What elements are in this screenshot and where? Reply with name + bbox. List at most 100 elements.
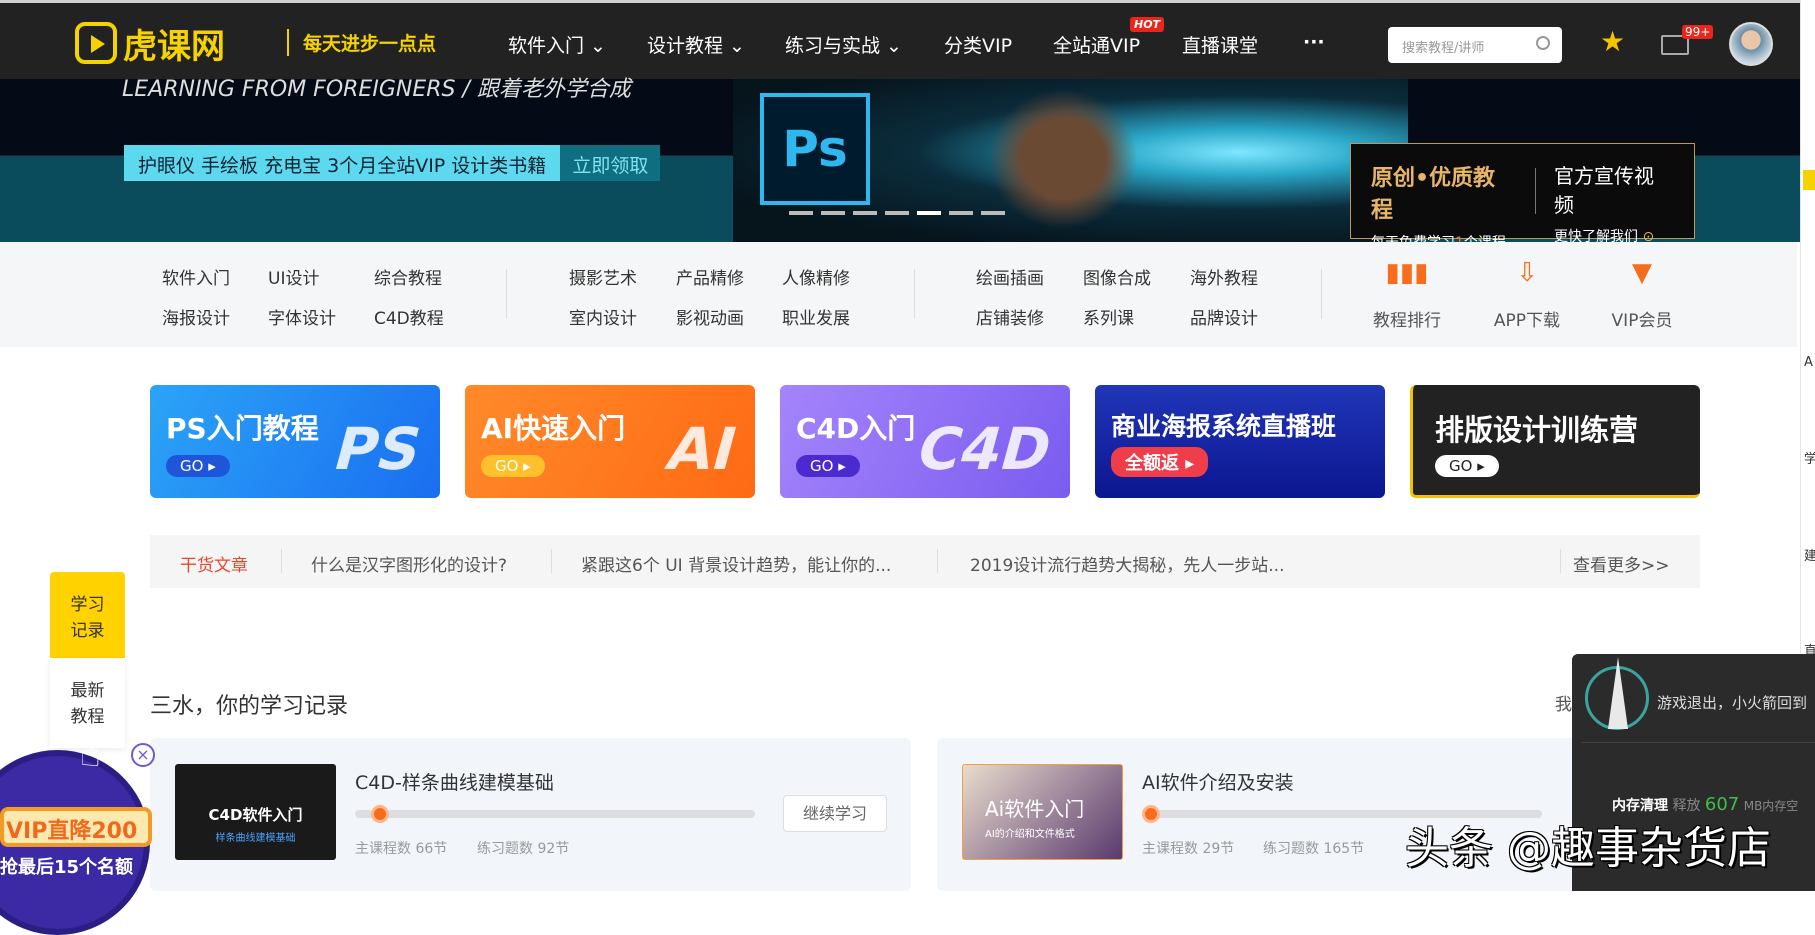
nav-practice[interactable]: 练习与实战 ⌄ [785, 31, 902, 58]
rocket-icon [1585, 657, 1649, 730]
article-link[interactable]: 紧跟这6个 UI 背景设计趋势，能让你的... [581, 551, 891, 576]
promo-strip[interactable]: 护眼仪 手绘板 充电宝 3个月全站VIP 设计类书籍 立即领取 [124, 145, 661, 181]
category-link[interactable]: 绘画插画 [976, 264, 1044, 289]
category-link[interactable]: 摄影艺术 [569, 264, 637, 289]
play-logo-icon [75, 22, 117, 64]
nav-site-vip[interactable]: 全站通VIP [1053, 31, 1140, 58]
divider [506, 269, 507, 319]
article-link[interactable]: 什么是汉字图形化的设计? [311, 551, 507, 576]
course-title[interactable]: C4D-样条曲线建模基础 [355, 768, 554, 795]
course-card-layout-camp[interactable]: 排版设计训练营 GO ▸ [1410, 385, 1700, 498]
go-button[interactable]: GO ▸ [166, 455, 230, 477]
nav-category-vip[interactable]: 分类VIP [944, 31, 1012, 58]
pointing-hand-icon: ☝ [80, 735, 101, 775]
divider [1321, 269, 1322, 319]
promo-text: 护眼仪 手绘板 充电宝 3个月全站VIP 设计类书籍 [124, 145, 561, 181]
category-link[interactable]: 海报设计 [162, 304, 230, 329]
course-thumbnail[interactable]: C4D软件入门 样条曲线建模基础 [175, 764, 336, 860]
vip-promo-float[interactable]: ☝ VIP直降200 抢最后15个名额 × [0, 735, 155, 935]
bar-chart-icon[interactable]: ▮▮▮ [1362, 258, 1452, 288]
watermark: 头条 @趣事杂货店 [1405, 823, 1771, 874]
ps-art: PS [326, 415, 430, 483]
search-placeholder: 搜索教程/讲师 [1402, 41, 1485, 56]
category-link[interactable]: 室内设计 [569, 304, 637, 329]
vip-promo-title: VIP直降200 [0, 807, 152, 847]
divider [281, 549, 282, 573]
main-course-count: 主课程数 66节 [355, 841, 448, 857]
hero-banner[interactable]: LEARNING FROM FOREIGNERS / 跟着老外学合成 护眼仪 手… [0, 77, 1800, 251]
category-link[interactable]: 字体设计 [268, 304, 336, 329]
more-menu[interactable]: ··· [1303, 31, 1325, 53]
progress-knob [371, 805, 389, 823]
go-button[interactable]: GO ▸ [481, 455, 545, 477]
category-link[interactable]: C4D教程 [374, 304, 444, 329]
category-link[interactable]: 图像合成 [1083, 264, 1151, 289]
vip-promo-sub: 抢最后15个名额 [0, 857, 134, 878]
course-card-poster-live[interactable]: 商业海报系统直播班 全额返 ▸ [1095, 385, 1385, 498]
progress-bar [355, 805, 755, 823]
learning-greeting: 三水，你的学习记录 [150, 694, 349, 719]
category-link[interactable]: 海外教程 [1190, 264, 1258, 289]
category-link[interactable]: UI设计 [268, 264, 319, 289]
top-header: 虎课网 每天进步一点点 软件入门 ⌄ 设计教程 ⌄ 练习与实战 ⌄ 分类VIP … [0, 0, 1815, 79]
nav-design-tutorials[interactable]: 设计教程 ⌄ [647, 31, 745, 58]
quick-link-vip[interactable]: VIP会员 [1592, 306, 1692, 331]
article-link[interactable]: 2019设计流行趋势大揭秘，先人一步站... [970, 551, 1284, 576]
close-icon[interactable]: × [131, 743, 155, 767]
divider [1560, 549, 1561, 573]
promo-cta[interactable]: 立即领取 [560, 145, 661, 181]
category-link[interactable]: 综合教程 [374, 264, 442, 289]
logo-text: 虎课网 [123, 26, 225, 67]
full-refund-button[interactable]: 全额返 ▸ [1111, 447, 1209, 477]
carousel-dots[interactable] [789, 211, 1005, 215]
search-icon[interactable] [1536, 36, 1550, 50]
phone-download-icon[interactable]: ⇩ [1482, 258, 1572, 288]
category-link[interactable]: 人像精修 [782, 264, 850, 289]
quick-link-app[interactable]: APP下载 [1477, 306, 1577, 331]
more-articles-link[interactable]: 查看更多>> [1573, 551, 1670, 576]
divider [1535, 168, 1537, 214]
c4d-art: C4D [909, 415, 1060, 483]
popup-message: 游戏退出，小火箭回到 [1657, 694, 1808, 712]
practice-count: 练习题数 165节 [1263, 841, 1365, 857]
go-button[interactable]: GO ▸ [1435, 455, 1499, 477]
divider [914, 269, 915, 319]
hot-badge: HOT [1130, 17, 1165, 32]
course-card-c4d[interactable]: C4D入门 GO ▸ C4D [780, 385, 1070, 498]
category-link[interactable]: 软件入门 [162, 264, 230, 289]
main-course-count: 主课程数 29节 [1142, 841, 1235, 857]
favorites-star-icon[interactable]: ★ [1600, 25, 1625, 58]
category-link[interactable]: 影视动画 [676, 304, 744, 329]
category-link[interactable]: 店铺装修 [976, 304, 1044, 329]
side-tab-history[interactable]: 学习 记录 [50, 572, 125, 658]
category-link[interactable]: 品牌设计 [1190, 304, 1258, 329]
nav-live[interactable]: 直播课堂 [1182, 31, 1258, 58]
photoshop-logo: Ps [760, 93, 870, 205]
vip-icon[interactable]: ▼ [1597, 258, 1687, 288]
quick-link-ranking[interactable]: 教程排行 [1357, 306, 1457, 331]
course-card-ai[interactable]: AI快速入门 GO ▸ AI [465, 385, 755, 498]
continue-learning-button[interactable]: 继续学习 [783, 795, 887, 832]
course-title[interactable]: AI软件介绍及安装 [1142, 768, 1294, 795]
mail-count-badge: 99+ [1682, 25, 1714, 39]
banner-subtitle: LEARNING FROM FOREIGNERS / 跟着老外学合成 [122, 77, 631, 102]
promo-box[interactable]: 原创•优质教程每天免费学习1个课程 官方宣传视频更快了解我们 ⊙ [1350, 143, 1695, 251]
learning-right-link[interactable]: 我 [1555, 690, 1572, 715]
learning-card[interactable]: C4D软件入门 样条曲线建模基础 C4D-样条曲线建模基础 主课程数 66节 练习… [150, 738, 911, 891]
category-link[interactable]: 系列课 [1083, 304, 1134, 329]
category-link[interactable]: 职业发展 [782, 304, 850, 329]
nav-software[interactable]: 软件入门 ⌄ [508, 31, 606, 58]
course-thumbnail[interactable]: Ai软件入门 AI的介绍和文件格式 [962, 764, 1123, 860]
video-title[interactable]: 官方宣传视频 [1554, 160, 1674, 218]
course-card-ps[interactable]: PS入门教程 GO ▸ PS [150, 385, 440, 498]
search-input[interactable]: 搜索教程/讲师 [1388, 27, 1562, 63]
right-edge-label[interactable]: 学 [1804, 448, 1815, 467]
category-link[interactable]: 产品精修 [676, 264, 744, 289]
divider [937, 549, 938, 573]
right-edge-label[interactable]: 建 [1804, 545, 1815, 564]
user-avatar[interactable] [1729, 22, 1773, 66]
right-edge-label[interactable]: A [1804, 355, 1813, 370]
go-button[interactable]: GO ▸ [796, 455, 860, 477]
site-logo[interactable]: 虎课网 [75, 21, 225, 67]
hero-image[interactable]: Ps [733, 79, 1408, 242]
